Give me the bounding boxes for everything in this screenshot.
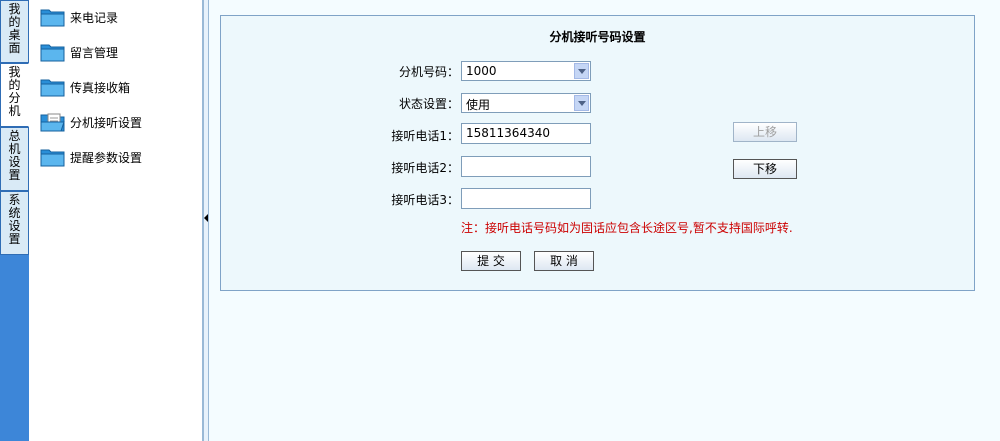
tab-my-desktop[interactable]: 我 的 桌 面	[0, 0, 29, 63]
help-note: 注：接听电话号码如为固话应包含长途区号,暂不支持国际呼转.	[461, 221, 793, 235]
submit-button[interactable]: 提 交	[461, 251, 521, 271]
phone2-input[interactable]	[461, 156, 591, 177]
phone2-label: 接听电话2：	[391, 161, 459, 175]
sidebar-item-fax-inbox[interactable]: 传真接收箱	[39, 73, 130, 101]
folder-icon	[40, 149, 65, 167]
page-title: 分机接听号码设置	[549, 30, 646, 44]
status-select[interactable]: 使用	[461, 93, 591, 113]
settings-panel: 分机接听号码设置 分机号码： 1000 状态设置： 使用 接听电话1： 1581…	[220, 15, 975, 291]
tab-char: 面	[8, 41, 21, 55]
move-down-button[interactable]: 下移	[733, 159, 797, 179]
tab-char: 机	[8, 104, 21, 118]
folder-document-icon	[40, 113, 65, 132]
phone3-label: 接听电话3：	[391, 193, 459, 207]
status-select-value: 使用	[466, 98, 491, 112]
sidebar-item-label: 来电记录	[70, 10, 119, 25]
tab-char: 置	[8, 168, 21, 182]
chevron-down-icon[interactable]	[574, 95, 589, 111]
sidebar-item-label: 提醒参数设置	[70, 150, 143, 165]
sidebar-item-label: 传真接收箱	[70, 80, 131, 95]
folder-icon	[40, 79, 65, 97]
chevron-down-icon[interactable]	[574, 63, 589, 79]
sidebar-item-reminder-settings[interactable]: 提醒参数设置	[39, 143, 142, 171]
extension-label: 分机号码：	[398, 65, 459, 79]
tab-system-settings[interactable]: 系 统 设 置	[0, 191, 29, 255]
collapse-arrow-icon[interactable]	[204, 214, 208, 222]
tab-my-extension[interactable]: 我 的 分 机	[0, 63, 29, 127]
main-content: 分机接听号码设置 分机号码： 1000 状态设置： 使用 接听电话1： 1581…	[209, 0, 1000, 441]
vertical-tab-strip: 我 的 桌 面 我 的 分 机 总 机 设 置 系 统 设 置	[0, 0, 29, 441]
phone1-label: 接听电话1：	[391, 129, 459, 143]
move-up-button[interactable]: 上移	[733, 122, 797, 142]
sidebar-item-call-records[interactable]: 来电记录	[39, 3, 118, 31]
sidebar-item-label: 留言管理	[70, 45, 119, 60]
extension-select[interactable]: 1000	[461, 61, 591, 81]
folder-icon	[40, 44, 65, 62]
sidebar-nav: 来电记录 留言管理 传真接收箱 分机接听设置 提醒参数设置	[29, 0, 203, 441]
extension-select-value: 1000	[466, 64, 497, 78]
folder-icon	[40, 9, 65, 27]
phone1-input[interactable]: 15811364340	[461, 123, 591, 144]
sidebar-item-extension-answer-settings[interactable]: 分机接听设置	[39, 108, 142, 136]
phone3-input[interactable]	[461, 188, 591, 209]
cancel-button[interactable]: 取 消	[534, 251, 594, 271]
status-label: 状态设置：	[398, 97, 459, 111]
sidebar-item-message-management[interactable]: 留言管理	[39, 38, 118, 66]
sidebar-item-label: 分机接听设置	[70, 115, 143, 130]
tab-char: 置	[8, 232, 21, 246]
tab-switchboard-settings[interactable]: 总 机 设 置	[0, 127, 29, 191]
